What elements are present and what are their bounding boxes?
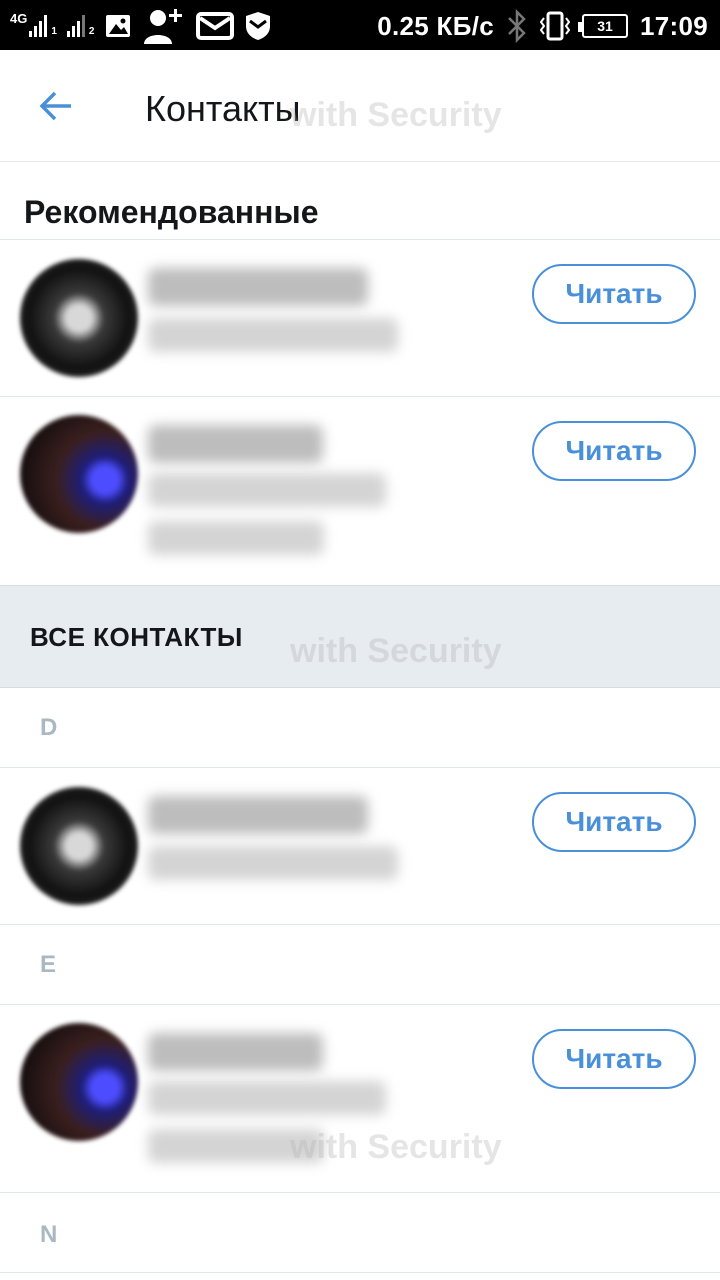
all-contacts-title: ВСЕ КОНТАКТЫ [30,622,243,652]
avatar[interactable] [20,1023,138,1141]
contact-name-redacted [148,268,368,306]
contact-bio-redacted [148,521,324,555]
network-speed: 0.25 КБ/с [377,10,494,41]
follow-button[interactable]: Читать [532,792,696,852]
sim2-label: 2 [88,26,95,37]
contact-handle-redacted [148,473,386,507]
signal-icon: 2 [66,15,95,37]
status-left: 4G 1 2 [10,6,272,46]
list-item[interactable]: Читать [0,240,720,397]
battery-level: 31 [597,18,613,34]
add-contact-icon [144,9,183,44]
battery-icon: 31 [578,14,628,38]
list-item[interactable]: Читать [0,397,720,585]
clock: 17:09 [640,10,708,41]
sim1-label: 1 [51,26,57,37]
back-button[interactable] [24,76,88,136]
recommended-title: Рекомендованные [24,194,319,230]
contact-handle-redacted [148,1081,386,1115]
contact-name-redacted [148,796,368,834]
avatar[interactable] [20,259,138,377]
contact-name-redacted [148,1033,323,1071]
list-item[interactable]: Читать [0,1005,720,1193]
contact-bio-redacted [148,1129,324,1163]
image-icon [106,15,131,37]
letter-label: N [40,1221,58,1248]
list-item[interactable]: Читать [0,768,720,925]
letter-label: E [40,951,57,978]
follow-button[interactable]: Читать [532,264,696,324]
contact-name-redacted [148,425,323,463]
back-arrow-icon [39,91,71,121]
vibrate-icon [540,11,570,41]
app-toolbar: Контакты [0,50,720,162]
follow-button[interactable]: Читать [532,421,696,481]
bluetooth-icon [508,9,526,43]
page-title: Контакты [145,88,301,129]
avatar[interactable] [20,415,138,533]
letter-label: D [40,714,58,741]
network-type: 4G [10,10,28,26]
avatar[interactable] [20,787,138,905]
shield-icon [246,12,271,40]
status-bar: 4G 1 2 0.25 КБ/с 31 17:09 [0,0,720,50]
contact-handle-redacted [148,318,398,352]
message-icon [196,12,235,40]
letter-divider: D [0,688,720,768]
follow-button[interactable]: Читать [532,1029,696,1089]
status-right: 0.25 КБ/с 31 17:09 [377,6,708,46]
all-contacts-header: ВСЕ КОНТАКТЫ [0,585,720,688]
letter-divider: E [0,925,720,1005]
contact-handle-redacted [148,846,398,880]
letter-divider: N [0,1193,720,1273]
signal-icon: 1 [29,15,57,37]
recommended-header: Рекомендованные [0,162,720,240]
